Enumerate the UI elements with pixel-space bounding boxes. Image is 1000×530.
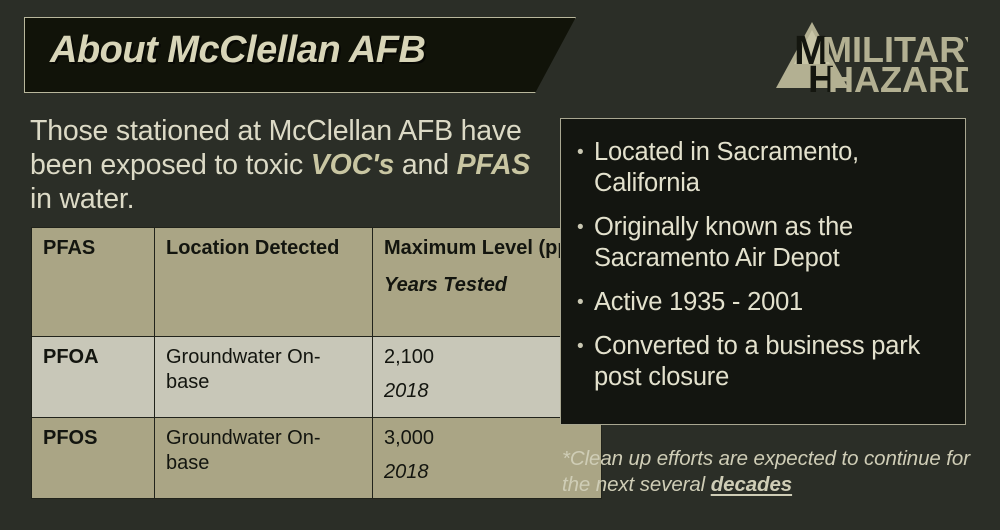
bullet-icon: • — [577, 142, 584, 163]
list-item: • Converted to a business park post clos… — [577, 331, 949, 393]
table-body: PFOA Groundwater On-base 2,100 2018 PFOS … — [31, 336, 602, 499]
list-item: • Originally known as the Sacramento Air… — [577, 212, 949, 274]
table-cell-year: 2018 — [384, 461, 429, 483]
brand-logo: M MILITARY H HAZARDS — [772, 18, 968, 96]
list-item: • Active 1935 - 2001 — [577, 287, 949, 318]
table-cell-agent: PFOA — [31, 336, 155, 418]
table-header-maximum-level-main: Maximum Level (ppt) — [384, 237, 583, 259]
table-head: PFAS Location Detected Maximum Level (pp… — [31, 227, 602, 337]
table-cell-location: Groundwater On-base — [154, 417, 373, 499]
fact-text: Active 1935 - 2001 — [594, 288, 804, 316]
table-header-pfas: PFAS — [31, 227, 155, 337]
footnote-emphasis: decades — [710, 473, 793, 496]
intro-part-2: and — [394, 149, 457, 181]
intro-highlight-vocs: VOC's — [310, 149, 395, 181]
table-row: PFOS Groundwater On-base 3,000 2018 — [31, 417, 602, 499]
bullet-icon: • — [577, 217, 584, 238]
list-item: • Located in Sacramento, California — [577, 137, 949, 199]
facts-panel: • Located in Sacramento, California • Or… — [560, 118, 966, 425]
bullet-icon: • — [577, 336, 584, 357]
fact-text: Originally known as the Sacramento Air D… — [594, 213, 854, 272]
fact-text: Converted to a business park post closur… — [594, 332, 921, 391]
pfas-table: PFAS Location Detected Maximum Level (pp… — [31, 227, 602, 499]
intro-highlight-pfas: PFAS — [456, 149, 531, 181]
logo-text-hazards: HAZARDS — [828, 59, 968, 96]
footnote: *Clean up efforts are expected to contin… — [562, 446, 976, 498]
table-row: PFOA Groundwater On-base 2,100 2018 — [31, 336, 602, 418]
intro-part-3: in water. — [30, 183, 135, 215]
table-header-location: Location Detected — [154, 227, 373, 337]
table-cell-location: Groundwater On-base — [154, 336, 373, 418]
title-banner: About McClellan AFB — [24, 17, 576, 93]
table-header-row: PFAS Location Detected Maximum Level (pp… — [31, 227, 602, 337]
logo-svg: M MILITARY H HAZARDS — [776, 22, 968, 96]
table-cell-level-value: 2,100 — [384, 346, 435, 368]
page-title: About McClellan AFB — [50, 29, 426, 71]
intro-paragraph: Those stationed at McClellan AFB have be… — [30, 114, 550, 216]
bullet-icon: • — [577, 292, 584, 313]
table-cell-agent: PFOS — [31, 417, 155, 499]
table-cell-level-value: 3,000 — [384, 427, 435, 449]
fact-text: Located in Sacramento, California — [594, 138, 859, 197]
